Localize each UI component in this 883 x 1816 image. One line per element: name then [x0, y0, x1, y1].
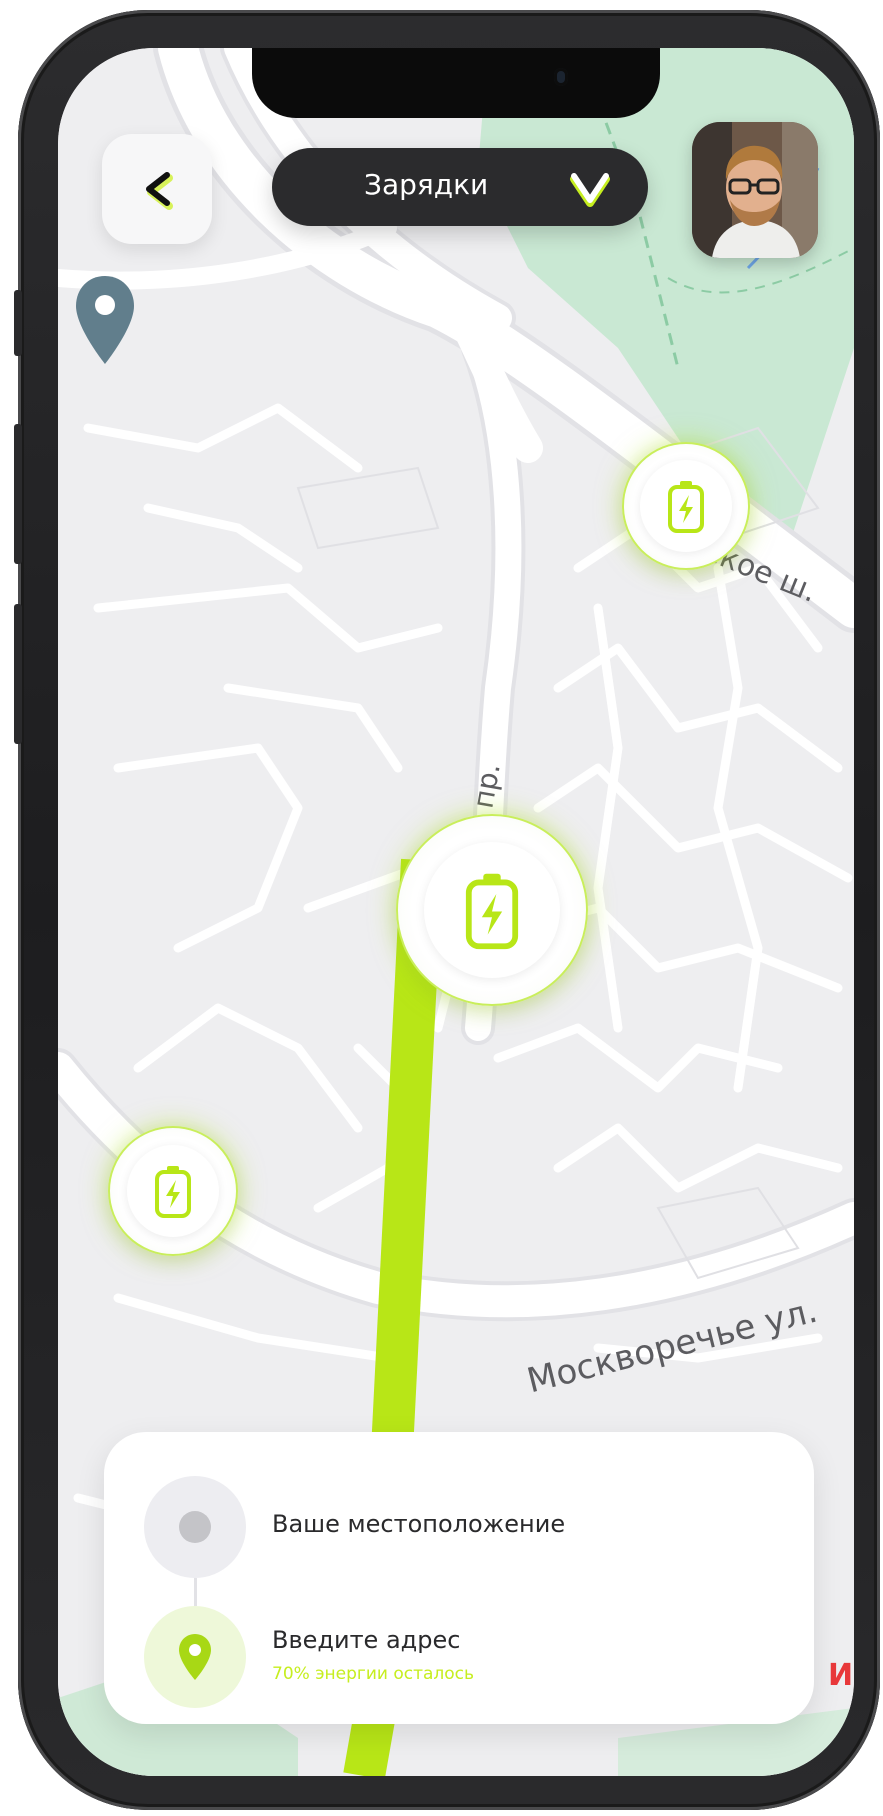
- chevron-down-icon: [570, 173, 610, 207]
- front-camera: [554, 68, 568, 86]
- back-button[interactable]: [102, 134, 212, 244]
- energy-remaining-text: 70% энергии осталось: [272, 1664, 475, 1684]
- battery-charging-icon: [465, 873, 519, 950]
- phone-notch: [252, 48, 660, 118]
- charging-station-marker[interactable]: [622, 442, 750, 570]
- current-location-icon: [144, 1476, 246, 1578]
- map-pin-icon[interactable]: [72, 274, 138, 370]
- battery-charging-icon: [155, 1166, 191, 1218]
- origin-field[interactable]: Ваше местоположение: [272, 1510, 565, 1538]
- volume-down-button: [14, 604, 22, 744]
- destination-input[interactable]: Введите адрес: [272, 1626, 460, 1654]
- dropdown-title: Зарядки: [364, 168, 489, 201]
- battery-charging-icon: [668, 481, 704, 533]
- app-screen: Москворечье ул. ское ш. й пр. Зарядки Ва…: [58, 48, 854, 1776]
- avatar-photo: [692, 122, 818, 258]
- user-avatar[interactable]: [692, 122, 818, 258]
- mute-switch: [14, 290, 22, 356]
- route-card: Ваше местоположение Введите адрес 70% эн…: [104, 1432, 814, 1724]
- charging-station-marker[interactable]: [108, 1126, 238, 1256]
- destination-pin-icon: [144, 1606, 246, 1708]
- station-type-dropdown[interactable]: Зарядки: [272, 148, 648, 226]
- route-connector: [194, 1578, 197, 1606]
- phone-mockup: Москворечье ул. ское ш. й пр. Зарядки Ва…: [0, 0, 883, 1816]
- charging-station-marker-selected[interactable]: [396, 814, 588, 1006]
- chevron-left-icon: [146, 172, 173, 210]
- map-edge-label: И: [828, 1658, 854, 1693]
- volume-up-button: [14, 424, 22, 564]
- location-dot: [179, 1511, 211, 1543]
